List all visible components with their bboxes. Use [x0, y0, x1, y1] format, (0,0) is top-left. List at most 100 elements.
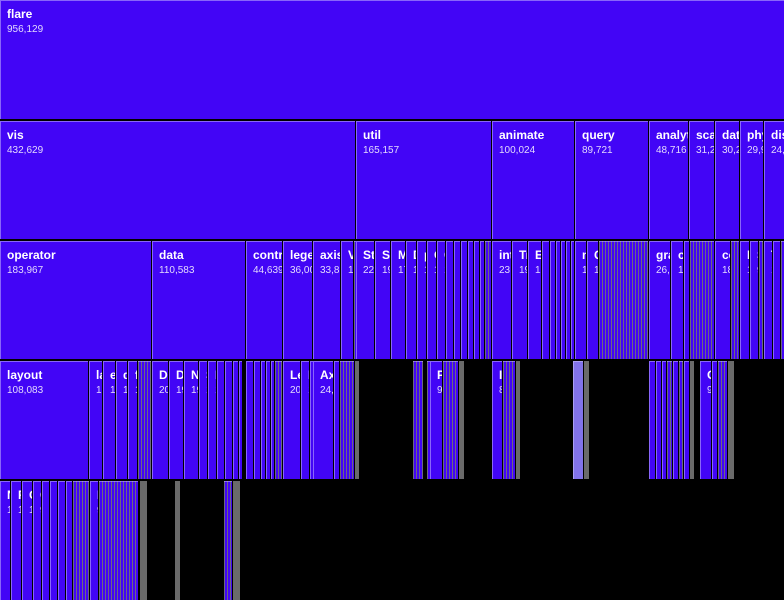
icicle-cell-parallel[interactable]: Parallel5,176 [571, 241, 574, 359]
icicle-cell-slivers[interactable] [679, 361, 683, 479]
icicle-cell-optimization[interactable]: optimization7,074 [684, 241, 689, 359]
icicle-cell-selectioncontrol[interactable]: SelectionControl7,862 [254, 361, 260, 479]
icicle-cell-data[interactable]: Data10,349 [208, 361, 216, 479]
icicle-cell-slivers[interactable] [443, 361, 458, 479]
icicle-cell-nodelinktreelayout[interactable]: NodeLinkTreeLayout12,870 [0, 481, 10, 600]
icicle-cell-scale[interactable]: scale31,294 [689, 121, 714, 239]
icicle-cell-hierarchicalcluster[interactable]: HierarchicalCluster6,714 [673, 361, 678, 479]
icicle-cell-slivers[interactable] [99, 481, 138, 600]
icicle-cell-interpolator[interactable]: Interpolator8,746 [492, 361, 502, 479]
icicle-cell-displays[interactable]: Displays12,555 [406, 241, 416, 359]
icicle-cell-circlepackinglayout[interactable]: CirclePackingLayout12,003 [22, 481, 32, 600]
icicle-cell-circlelayout[interactable]: CircleLayout9,317 [33, 481, 41, 600]
icicle-cell-slivers[interactable] [690, 241, 714, 359]
icicle-cell-slivers[interactable] [503, 361, 515, 479]
icicle-cell-hovercontrol[interactable]: HoverControl4,896 [266, 361, 270, 479]
icicle-cell-display[interactable]: display24,254 [764, 121, 784, 239]
icicle-cell-axis[interactable]: Axis24,593 [313, 361, 333, 479]
icicle-cell-palette[interactable]: palette11,946 [417, 241, 426, 359]
icicle-cell-slivers[interactable] [413, 361, 423, 479]
icicle-cell-legendrange[interactable]: LegendRange10,530 [301, 361, 309, 479]
icicle-cell-graph[interactable]: graph26,435 [649, 241, 670, 359]
icicle-cell-tooltipcontrol[interactable]: TooltipControl8,435 [246, 361, 253, 479]
icicle-cell-encoder[interactable]: encoder14,897 [103, 361, 115, 479]
icicle-cell-legend[interactable]: legend36,003 [283, 241, 312, 359]
icicle-cell-scalebinding[interactable]: ScaleBinding11,275 [199, 361, 207, 479]
icicle-cell-operator[interactable]: operator183,967 [0, 241, 151, 359]
icicle-cell-cluster[interactable]: cluster15,207 [671, 241, 683, 359]
icicle-cell-analytics[interactable]: analytics48,716 [649, 121, 688, 239]
icicle-cell-slivers[interactable] [759, 241, 763, 359]
icicle-cell-slivers[interactable] [224, 481, 232, 600]
icicle-cell-converters[interactable]: converters18,628 [715, 241, 730, 359]
icicle-cell-transition[interactable]: Transition9,201 [542, 241, 549, 359]
icicle-cell-query[interactable]: query89,721 [575, 121, 648, 239]
icicle-cell-slivers[interactable] [275, 361, 282, 479]
icicle-cell-shortestpaths[interactable]: ShortestPaths5,914 [656, 361, 661, 479]
icicle-cell-slivers[interactable] [138, 361, 151, 479]
icicle-cell-textsprite[interactable]: TextSprite10,066 [764, 241, 772, 359]
icicle-cell-slivers[interactable] [718, 361, 727, 479]
icicle-cell-controls[interactable]: controls44,639 [246, 241, 282, 359]
icicle-cell-flare[interactable]: flare956,129 [0, 0, 784, 119]
icicle-cell-physics[interactable]: physics29,936 [740, 121, 763, 239]
icicle-cell-arrays[interactable]: Arrays8,258 [454, 241, 460, 359]
icicle-cell-nbodyforce[interactable]: NBodyForce10,498 [740, 241, 749, 359]
icicle-cell-graphmlconverter[interactable]: GraphMLConverter9,800 [700, 361, 711, 479]
icicle-cell-legend[interactable]: Legend20,859 [283, 361, 300, 479]
icicle-cell-simulation[interactable]: Simulation9,983 [750, 241, 758, 359]
icicle-cell-dirtysprite[interactable]: DirtySprite8,833 [773, 241, 780, 359]
icicle-cell-maths[interactable]: Maths17,705 [391, 241, 405, 359]
icicle-cell-functionsequence[interactable]: FunctionSequence5,842 [556, 241, 560, 359]
icicle-cell-slivers[interactable] [599, 241, 648, 359]
icicle-cell-interpolate[interactable]: interpolate23,081 [492, 241, 511, 359]
icicle-cell-sort[interactable]: Sort6,887 [468, 241, 473, 359]
icicle-cell-render[interactable]: render8,867 [225, 361, 232, 479]
icicle-cell-aspectratiobanker[interactable]: AspectRatioBanker7,074 [684, 361, 689, 479]
icicle-cell-controllist[interactable]: ControlList4,665 [271, 361, 274, 479]
icicle-cell-label[interactable]: label17,057 [89, 361, 102, 479]
icicle-cell-panzoomcontrol[interactable]: PanZoomControl5,222 [261, 361, 265, 479]
icicle-cell-easing[interactable]: Easing17,010 [528, 241, 541, 359]
icicle-cell-cartesianaxes[interactable]: CartesianAxes6,703 [334, 361, 339, 479]
icicle-cell-linkdistance[interactable]: LinkDistance5,731 [662, 361, 666, 479]
icicle-cell-shapes[interactable]: Shapes19,118 [375, 241, 390, 359]
icicle-cell-tween[interactable]: Tween6,006 [550, 241, 555, 359]
icicle-cell-datalist[interactable]: DataList20,541 [152, 361, 168, 479]
icicle-cell-layout[interactable]: Layout7,881 [66, 481, 72, 600]
icicle-cell-stackedarealayout[interactable]: StackedAreaLayout9,121 [50, 481, 57, 600]
icicle-cell-slivers[interactable] [340, 361, 354, 479]
icicle-cell-treebuilder[interactable]: TreeBuilder9,930 [217, 361, 224, 479]
icicle-cell-tree[interactable]: Tree7,147 [233, 361, 238, 479]
icicle-cell-edgesprite[interactable]: EdgeSprite3,301 [239, 361, 242, 479]
icicle-cell-data[interactable]: data110,583 [152, 241, 245, 359]
icicle-cell-filter[interactable]: filter11,893 [128, 361, 137, 479]
icicle-cell-labeler[interactable]: Labeler9,956 [90, 481, 98, 600]
icicle-cell-visualization[interactable]: Visualization16,540 [341, 241, 353, 359]
icicle-cell-maxflowmincut[interactable]: MaxFlowMinCut7,840 [649, 361, 655, 479]
icicle-cell-delimitedtextconverter[interactable]: DelimitedTextConverter4,294 [712, 361, 717, 479]
icicle-cell-distortion[interactable]: distortion14,219 [116, 361, 127, 479]
icicle-cell-sequence[interactable]: Sequence5,534 [566, 241, 570, 359]
icicle-cell-slivers[interactable] [573, 361, 583, 479]
icicle-cell-vis[interactable]: vis432,629 [0, 121, 355, 239]
icicle-cell-slivers[interactable] [667, 361, 672, 479]
icicle-cell-nodesprite[interactable]: NodeSprite19,382 [184, 361, 198, 479]
icicle-cell-util[interactable]: util165,157 [356, 121, 491, 239]
icicle-cell-property[interactable]: Property5,559 [480, 241, 484, 359]
icicle-cell-layout[interactable]: layout108,083 [0, 361, 88, 479]
icicle-cell-slivers[interactable] [731, 241, 739, 359]
icicle-cell-palette[interactable]: Palette9,342 [430, 361, 442, 479]
icicle-cell-slivers[interactable] [73, 481, 89, 600]
icicle-cell-geometry[interactable]: Geometry10,993 [427, 241, 436, 359]
icicle-cell-colors[interactable]: Colors10,001 [437, 241, 445, 359]
icicle-cell-treemaplayout[interactable]: TreeMapLayout9,191 [42, 481, 49, 600]
icicle-cell-methods[interactable]: methods14,084 [575, 241, 586, 359]
icicle-cell-stats[interactable]: Stats6,557 [474, 241, 479, 359]
icicle-cell-slivers[interactable] [485, 241, 491, 359]
icicle-cell-animate[interactable]: animate100,024 [492, 121, 574, 239]
icicle-cell-data[interactable]: data30,285 [715, 121, 739, 239]
icicle-cell-heap[interactable]: Heap8,977 [446, 241, 453, 359]
icicle-cell-forcedirectedlayout[interactable]: ForceDirectedLayout8,411 [58, 481, 65, 600]
icicle-cell-dates[interactable]: Dates8,217 [461, 241, 467, 359]
